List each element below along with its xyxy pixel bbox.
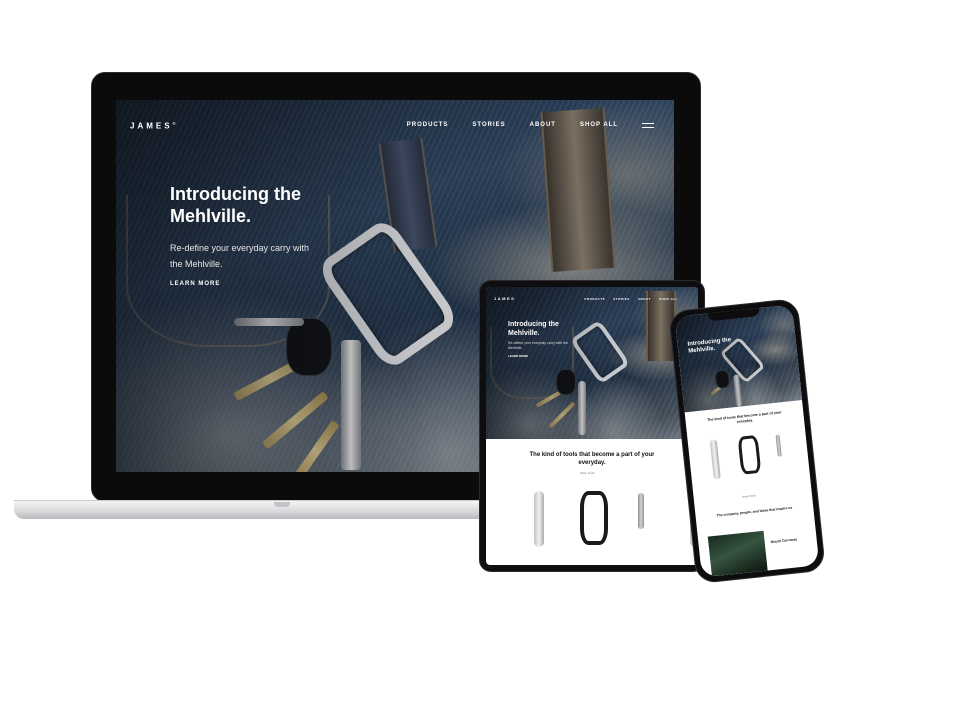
story-image[interactable]: [707, 530, 768, 577]
logo-mark: ®: [172, 121, 179, 126]
products-heading: The kind of tools that become a part of …: [706, 410, 782, 424]
tablet-screen: JAMES PRODUCTS STORIES ABOUT SHOP ALL In…: [486, 287, 698, 565]
hook-product[interactable]: [775, 434, 782, 457]
site-logo[interactable]: JAMES: [494, 296, 515, 301]
nav-menu: PRODUCTS STORIES ABOUT SHOP ALL: [584, 297, 678, 301]
knife-product[interactable]: [534, 491, 544, 547]
nav-link-stories[interactable]: STORIES: [613, 297, 630, 301]
phone-hero: Introducing the Mehlville.: [674, 304, 803, 413]
nav-link-products[interactable]: PRODUCTS: [407, 122, 449, 128]
hero-shade: [486, 287, 698, 439]
learn-more-link[interactable]: LEARN MORE: [170, 281, 220, 287]
nav-link-shop-all[interactable]: SHOP ALL: [580, 122, 618, 128]
clip-product[interactable]: [580, 491, 608, 545]
tablet-hero: JAMES PRODUCTS STORIES ABOUT SHOP ALL In…: [486, 287, 698, 439]
phone-screen: Introducing the Mehlville. The kind of t…: [674, 304, 820, 578]
hero-subtitle: Re-define your everyday carry with the M…: [508, 341, 568, 350]
nav-link-shop-all[interactable]: SHOP ALL: [659, 297, 678, 301]
hero-shade: [674, 304, 803, 413]
stories-heading: The company, people, and ideas that insp…: [716, 505, 793, 518]
nav-link-about[interactable]: ABOUT: [530, 122, 556, 128]
laptop-base: [14, 500, 534, 519]
knife-product[interactable]: [709, 439, 721, 480]
desktop-nav: JAMES® PRODUCTS STORIES ABOUT SHOP ALL: [116, 100, 674, 140]
clip-product[interactable]: [737, 434, 762, 475]
nav-link-about[interactable]: ABOUT: [638, 297, 651, 301]
hero-title: Introducing the Mehlville.: [508, 321, 559, 337]
learn-more-link[interactable]: LEARN MORE: [508, 354, 528, 358]
nav-link-stories[interactable]: STORIES: [472, 122, 505, 128]
logo-text: JAMES: [130, 121, 173, 131]
shop-tools-link[interactable]: Shop Tools: [580, 471, 595, 475]
hero-subtitle: Re-define your everyday carry with the M…: [170, 243, 310, 269]
site-logo[interactable]: JAMES®: [130, 121, 179, 131]
shop-tools-link[interactable]: Shop Tools: [742, 493, 756, 498]
phone-device: Introducing the Mehlville. The kind of t…: [668, 297, 826, 585]
menu-icon[interactable]: [642, 123, 654, 131]
hook-product[interactable]: [638, 493, 644, 529]
nav-link-products[interactable]: PRODUCTS: [584, 297, 605, 301]
laptop-notch: [274, 502, 290, 507]
nav-menu: PRODUCTS STORIES ABOUT SHOP ALL: [407, 122, 618, 128]
hero-title: Introducing the Mehlville.: [170, 184, 301, 226]
products-heading: The kind of tools that become a part of …: [529, 452, 655, 466]
story-card-title[interactable]: Mount Carroway: [770, 537, 797, 544]
